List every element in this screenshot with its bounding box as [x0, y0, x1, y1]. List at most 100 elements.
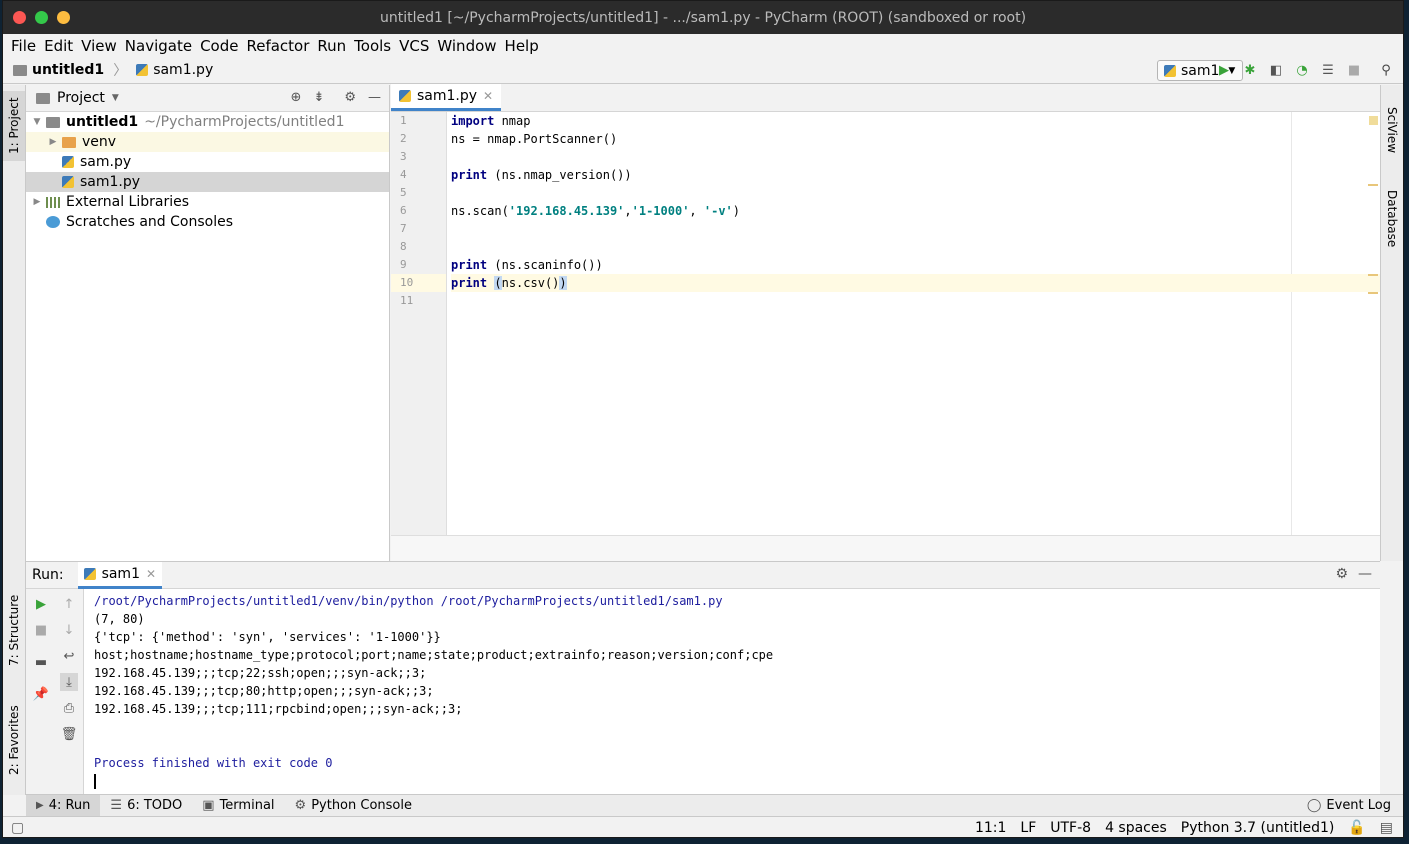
tab-database[interactable]: Database — [1381, 179, 1403, 259]
memory-indicator-icon[interactable]: ▤ — [1380, 820, 1393, 836]
project-panel-title[interactable]: Project — [57, 90, 105, 106]
status-encoding[interactable]: UTF-8 — [1050, 820, 1091, 836]
code-area[interactable]: 1 2 3 4 5 6 7 8 9 10 11 import nmap ns =… — [391, 112, 1380, 535]
code-line-1: import nmap — [451, 112, 1380, 130]
menu-view[interactable]: View — [80, 37, 118, 55]
menu-code[interactable]: Code — [199, 37, 239, 55]
run-tab-sam1[interactable]: sam1 ✕ — [77, 561, 163, 589]
scroll-to-end-icon[interactable]: ⤓ — [60, 673, 78, 691]
menu-edit[interactable]: Edit — [43, 37, 74, 55]
tool-tab-run[interactable]: ▶ 4: Run — [26, 794, 101, 817]
print-icon[interactable]: ⎙ — [60, 699, 78, 717]
tab-project-label: 1: Project — [7, 97, 21, 155]
menu-help[interactable]: Help — [504, 37, 540, 55]
coverage-icon[interactable]: ◧ — [1267, 61, 1285, 79]
tab-sciview[interactable]: SciView — [1381, 95, 1403, 165]
tab-structure[interactable]: 7: Structure — [3, 585, 25, 675]
gear-icon[interactable]: ⚙ — [344, 90, 356, 105]
locate-icon[interactable]: ⊕ — [291, 90, 302, 105]
status-indent[interactable]: 4 spaces — [1105, 820, 1167, 836]
pycharm-window: untitled1 [~/PycharmProjects/untitled1] … — [2, 0, 1404, 838]
tab-project[interactable]: 1: Project — [3, 91, 25, 161]
run-icon[interactable]: ▶ — [1215, 61, 1233, 79]
code-text: , — [624, 204, 632, 218]
folder-icon — [13, 64, 27, 76]
tree-item-scratches[interactable]: Scratches and Consoles — [26, 212, 389, 232]
tool-windows-toggle-icon[interactable]: ▢ — [11, 820, 24, 836]
close-window-button[interactable] — [13, 11, 26, 24]
run-panel-header: Run: sam1 ✕ ⚙ — — [26, 561, 1380, 589]
close-tab-icon[interactable]: ✕ — [146, 567, 156, 581]
collapsed-arrow-icon[interactable]: ▶ — [32, 197, 42, 207]
code-text: ns.csv() — [501, 276, 560, 290]
tab-favorites[interactable]: 2: Favorites — [3, 695, 25, 785]
error-stripe-mark[interactable] — [1368, 274, 1378, 276]
lock-icon[interactable]: 🔓 — [1348, 820, 1365, 836]
code-text: ns = nmap.PortScanner() — [451, 132, 618, 146]
collapse-all-icon[interactable]: ⇟ — [313, 90, 324, 105]
tree-item-sam1-py[interactable]: sam1.py — [26, 172, 389, 192]
code-text: nmap — [494, 114, 531, 128]
tree-item-venv[interactable]: ▶ venv — [26, 132, 389, 152]
gear-icon[interactable]: ⚙ — [1335, 566, 1348, 582]
stop-icon[interactable]: ■ — [32, 621, 50, 639]
rerun-icon[interactable]: ▶ — [32, 595, 50, 613]
maximize-window-button[interactable] — [35, 11, 48, 24]
menu-navigate[interactable]: Navigate — [124, 37, 193, 55]
minimize-window-button[interactable] — [57, 11, 70, 24]
menu-tools[interactable]: Tools — [353, 37, 392, 55]
down-arrow-icon[interactable]: ↓ — [60, 621, 78, 639]
profile-icon[interactable]: ◔ — [1293, 61, 1311, 79]
console-output[interactable]: /root/PycharmProjects/untitled1/venv/bin… — [94, 592, 1370, 790]
console-input-line[interactable] — [94, 772, 1370, 790]
code-editor: sam1.py ✕ 1 2 3 4 5 6 7 8 9 10 11 import… — [391, 84, 1380, 561]
tool-tab-python-console[interactable]: ⚙ Python Console — [285, 795, 422, 817]
status-line-separator[interactable]: LF — [1020, 820, 1036, 836]
run-panel: Run: sam1 ✕ ⚙ — ▶ ↑ ■ ↓ ↩ ▬ ⤓ 📌 ⎙ 🗑 /roo… — [26, 561, 1380, 794]
pin-icon[interactable]: 📌 — [32, 685, 50, 703]
collapsed-arrow-icon[interactable]: ▶ — [48, 137, 58, 147]
stop-icon[interactable]: ■ — [1345, 61, 1363, 79]
inspection-status-icon[interactable] — [1369, 116, 1378, 125]
breadcrumb-project[interactable]: untitled1 — [32, 62, 104, 78]
menu-window[interactable]: Window — [436, 37, 497, 55]
debug-icon[interactable]: ✱ — [1241, 61, 1259, 79]
menu-refactor[interactable]: Refactor — [245, 37, 310, 55]
terminal-icon: ▣ — [202, 798, 215, 813]
tree-item-sam-py[interactable]: sam.py — [26, 152, 389, 172]
line-number: 7 — [400, 222, 407, 235]
error-stripe-mark[interactable] — [1368, 184, 1378, 186]
chevron-right-icon: 〉 — [113, 63, 128, 79]
up-arrow-icon[interactable]: ↑ — [60, 595, 78, 613]
status-caret-position[interactable]: 11:1 — [975, 820, 1006, 836]
tool-tab-terminal[interactable]: ▣ Terminal — [192, 795, 284, 817]
close-tab-icon[interactable]: ✕ — [483, 89, 493, 103]
error-stripe-mark[interactable] — [1368, 292, 1378, 294]
tree-item-external-libraries[interactable]: ▶ External Libraries — [26, 192, 389, 212]
navigation-bar: untitled1 〉 sam1.py sam1 ▼ ▶ ✱ ◧ ◔ ☰ ■ ⚲ — [3, 57, 1403, 84]
search-icon[interactable]: ⚲ — [1377, 61, 1395, 79]
console-line: host;hostname;hostname_type;protocol;por… — [94, 648, 774, 662]
hide-icon[interactable]: — — [1358, 566, 1372, 582]
chevron-down-icon[interactable]: ▼ — [112, 93, 119, 103]
event-log-button[interactable]: ◯ Event Log — [1307, 798, 1391, 813]
expanded-arrow-icon[interactable]: ▼ — [32, 117, 42, 127]
breadcrumb-file[interactable]: sam1.py — [153, 62, 213, 78]
menu-file[interactable]: File — [10, 37, 37, 55]
hide-icon[interactable]: — — [368, 90, 381, 105]
soft-wrap-icon[interactable]: ↩ — [60, 647, 78, 665]
trash-icon[interactable]: 🗑 — [60, 725, 78, 743]
menu-run[interactable]: Run — [316, 37, 347, 55]
console-line: (7, 80) — [94, 612, 145, 626]
tool-tab-todo[interactable]: ☰ 6: TODO — [100, 795, 192, 817]
line-number: 10 — [391, 274, 446, 292]
concurrency-icon[interactable]: ☰ — [1319, 61, 1337, 79]
python-file-icon — [136, 64, 149, 76]
restore-layout-icon[interactable]: ▬ — [32, 653, 50, 671]
status-interpreter[interactable]: Python 3.7 (untitled1) — [1181, 820, 1335, 836]
tree-root[interactable]: ▼ untitled1 ~/PycharmProjects/untitled1 — [26, 112, 389, 132]
editor-tab-sam1-py[interactable]: sam1.py ✕ — [391, 84, 502, 111]
menu-vcs[interactable]: VCS — [398, 37, 430, 55]
